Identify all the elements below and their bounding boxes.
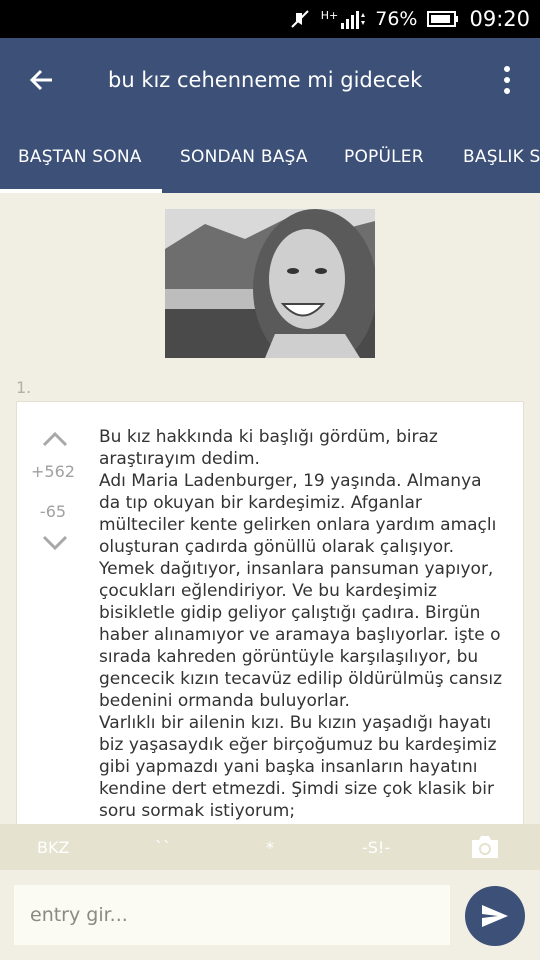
entry-photo[interactable] (165, 209, 375, 358)
upvote-count: +562 (31, 462, 75, 481)
status-bar: H+ 76% 09:20 (0, 0, 540, 38)
entry-number: 1. (16, 378, 32, 397)
upvote-chevron-icon[interactable] (41, 430, 69, 448)
input-bar (0, 870, 540, 960)
tab-baslik[interactable]: BAŞLIK S (463, 147, 540, 167)
back-arrow-icon[interactable] (26, 64, 58, 96)
mute-icon (289, 8, 311, 30)
entry-card: +562 -65 Bu kız hakkında ki başlığı görd… (16, 401, 524, 831)
format-toolbar: BKZ `` * -S!- (0, 824, 540, 870)
bkz-button[interactable]: BKZ (37, 838, 69, 857)
battery-percent: 76% (375, 8, 418, 30)
app-bar: bu kız cehenneme mi gidecek (0, 38, 540, 122)
spoiler-button[interactable]: -S!- (362, 838, 390, 857)
tab-indicator (0, 189, 162, 193)
clock: 09:20 (469, 7, 530, 31)
tab-sondan-basa[interactable]: SONDAN BAŞA (180, 147, 308, 167)
page-title: bu kız cehenneme mi gidecek (108, 68, 423, 92)
camera-icon[interactable] (470, 834, 500, 860)
battery-icon (427, 10, 459, 28)
send-button[interactable] (465, 886, 525, 946)
network-type: H+ (320, 9, 339, 22)
more-vert-icon[interactable] (494, 64, 520, 96)
signal-icon: H+ (321, 9, 366, 29)
tab-bastan-sona[interactable]: BAŞTAN SONA (18, 147, 142, 167)
tab-populer[interactable]: POPÜLER (344, 147, 424, 167)
tab-bar: BAŞTAN SONA SONDAN BAŞA POPÜLER BAŞLIK S (0, 122, 540, 193)
send-icon (482, 905, 508, 927)
downvote-count: -65 (39, 502, 67, 521)
hede-button[interactable]: `` (155, 838, 171, 857)
entry-input[interactable] (14, 885, 450, 945)
star-button[interactable]: * (266, 838, 274, 857)
entry-text: Bu kız hakkında ki başlığı gördüm, biraz… (99, 427, 503, 821)
downvote-chevron-icon[interactable] (41, 534, 69, 552)
